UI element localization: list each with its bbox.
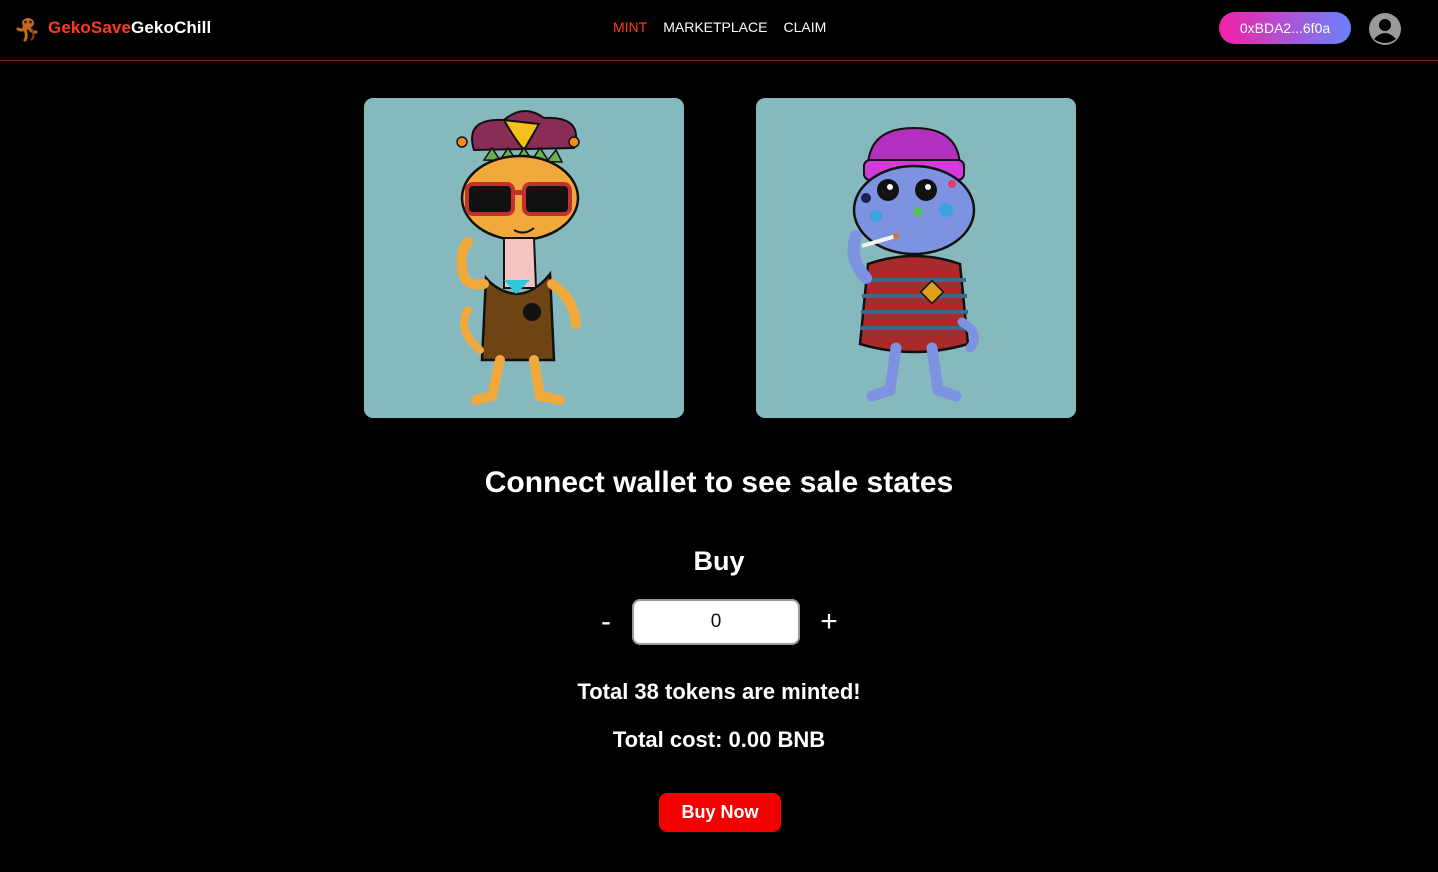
beanie-gecko-nft-icon (847, 126, 979, 402)
buy-now-button[interactable]: Buy Now (659, 793, 781, 832)
increment-button[interactable]: + (814, 604, 844, 640)
nav-claim[interactable]: CLAIM (783, 19, 826, 37)
gecko-logo-icon (16, 18, 38, 42)
brand-name-chill: GekoChill (131, 18, 212, 37)
jester-gecko-nft-icon (456, 110, 581, 405)
top-bar: GekoSave GekoChill MINT MARKETPLACE CLAIM… (0, 0, 1438, 61)
total-cost-text: Total cost: 0.00 BNB (612, 727, 826, 752)
tokens-minted-text: Total 38 tokens are minted! (577, 679, 861, 704)
nav-marketplace[interactable]: MARKETPLACE (663, 19, 767, 37)
nft-preview-jester-gecko (364, 98, 684, 418)
nav-mint[interactable]: MINT (613, 19, 647, 37)
decrement-button[interactable]: - (591, 604, 621, 640)
quantity-input[interactable] (632, 599, 800, 645)
brand-name-save: GekoSave (48, 18, 132, 37)
nft-preview-beanie-gecko (756, 98, 1076, 418)
sale-state-headline: Connect wallet to see sale states (484, 466, 954, 499)
main-nav: MINT MARKETPLACE CLAIM (613, 19, 826, 37)
user-avatar-icon[interactable] (1368, 12, 1402, 46)
buy-title: Buy (693, 546, 745, 576)
wallet-address-button[interactable]: 0xBDA2...6f0a (1219, 12, 1351, 44)
brand[interactable]: GekoSave GekoChill (14, 14, 211, 42)
